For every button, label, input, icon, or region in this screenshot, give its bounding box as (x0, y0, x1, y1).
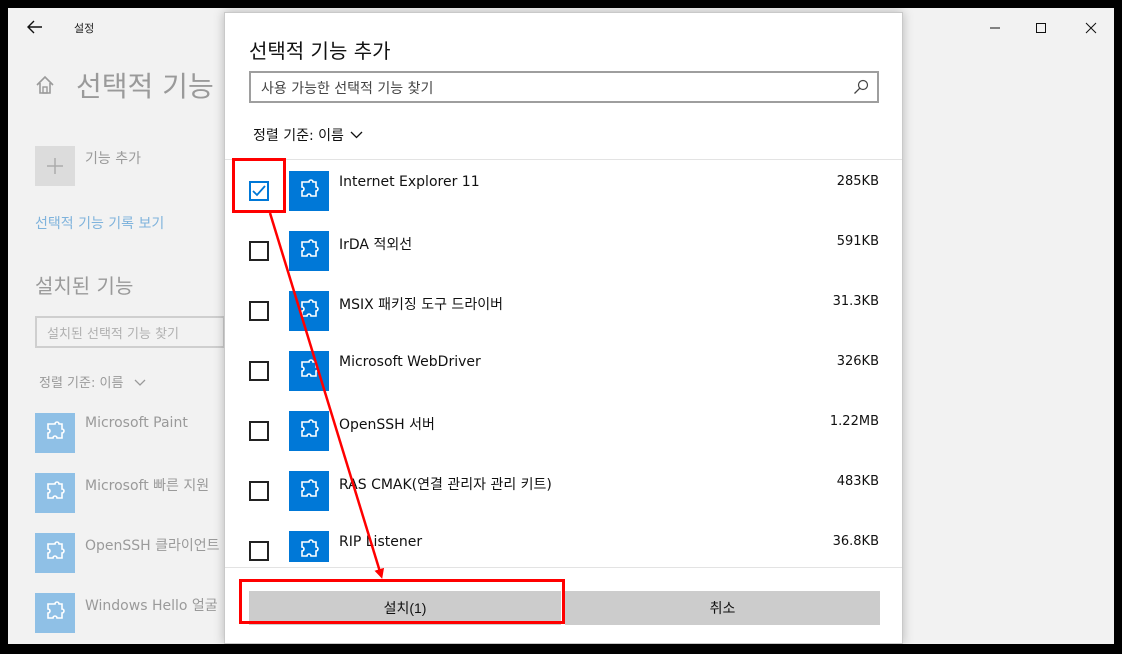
puzzle-piece-icon (289, 471, 329, 511)
feature-size: 31.3KB (832, 294, 879, 309)
feature-row[interactable]: MSIX 패키징 도구 드라이버 31.3KB (225, 280, 902, 340)
annotation-checkbox-highlight (232, 158, 286, 213)
minimize-icon (990, 27, 1000, 29)
feature-name: MSIX 패키징 도구 드라이버 (339, 297, 503, 313)
feature-checkbox[interactable] (249, 361, 269, 381)
search-icon[interactable] (853, 79, 869, 95)
installed-item[interactable]: Microsoft 빠른 지원 (35, 473, 255, 513)
sort-dropdown[interactable]: 정렬 기준: 이름 (253, 125, 363, 145)
feature-size: 36.8KB (832, 534, 879, 549)
window-title: 설정 (74, 22, 95, 35)
annotation-install-highlight (239, 579, 565, 624)
puzzle-piece-icon (35, 533, 75, 573)
installed-item[interactable]: Microsoft Paint (35, 413, 255, 453)
feature-row[interactable]: Internet Explorer 11 285KB (225, 160, 902, 220)
feature-checkbox[interactable] (249, 421, 269, 441)
feature-row[interactable]: OpenSSH 서버 1.22MB (225, 400, 902, 460)
sort-label: 정렬 기준: 이름 (253, 128, 344, 144)
installed-item-label: Microsoft 빠른 지원 (85, 478, 210, 494)
feature-size: 285KB (836, 174, 879, 189)
plus-icon (47, 158, 63, 174)
puzzle-piece-icon (289, 411, 329, 451)
installed-item-label: Windows Hello 얼굴 (85, 598, 218, 614)
feature-size: 1.22MB (829, 414, 879, 429)
feature-name: Microsoft WebDriver (339, 354, 481, 370)
puzzle-piece-icon (289, 351, 329, 391)
installed-heading: 설치된 기능 (35, 274, 134, 298)
back-arrow-icon[interactable] (24, 18, 46, 40)
puzzle-piece-icon (35, 593, 75, 633)
feature-size: 591KB (836, 234, 879, 249)
home-icon[interactable] (34, 74, 56, 96)
feature-name: Internet Explorer 11 (339, 174, 480, 190)
feature-history-link[interactable]: 선택적 기능 기록 보기 (35, 213, 164, 233)
installed-item[interactable]: OpenSSH 클라이언트 (35, 533, 255, 573)
divider (225, 567, 902, 568)
feature-row[interactable]: RIP Listener 36.8KB (225, 520, 902, 562)
add-feature-label[interactable]: 기능 추가 (85, 148, 141, 168)
feature-checkbox[interactable] (249, 301, 269, 321)
feature-search-placeholder: 사용 가능한 선택적 기능 찾기 (261, 81, 434, 97)
feature-row[interactable]: IrDA 적외선 591KB (225, 220, 902, 280)
feature-checkbox[interactable] (249, 241, 269, 261)
feature-size: 326KB (836, 354, 879, 369)
installed-sort-dropdown[interactable]: 정렬 기준: 이름 (39, 372, 146, 391)
chevron-down-icon (350, 131, 363, 139)
minimize-button[interactable] (972, 16, 1018, 40)
maximize-icon (1036, 23, 1046, 33)
installed-search-input[interactable]: 설치된 선택적 기능 찾기 (35, 316, 225, 348)
puzzle-piece-icon (289, 171, 329, 211)
puzzle-piece-icon (35, 413, 75, 453)
puzzle-piece-icon (289, 531, 329, 562)
page-title: 선택적 기능 (76, 70, 214, 103)
add-feature-dialog: 선택적 기능 추가 사용 가능한 선택적 기능 찾기 정렬 기준: 이름 Int… (224, 12, 903, 644)
installed-sort-label: 정렬 기준: 이름 (39, 376, 124, 391)
cancel-button[interactable]: 취소 (565, 591, 880, 625)
puzzle-piece-icon (289, 231, 329, 271)
puzzle-piece-icon (35, 473, 75, 513)
feature-row[interactable]: Microsoft WebDriver 326KB (225, 340, 902, 400)
maximize-button[interactable] (1018, 16, 1064, 40)
add-feature-button[interactable] (35, 146, 75, 186)
feature-name: RIP Listener (339, 534, 423, 550)
installed-item[interactable]: Windows Hello 얼굴 (35, 593, 255, 633)
feature-name: IrDA 적외선 (339, 237, 413, 253)
feature-size: 483KB (836, 474, 879, 489)
close-button[interactable] (1068, 16, 1114, 40)
feature-list: Internet Explorer 11 285KB IrDA 적외선 591K… (225, 160, 902, 562)
feature-row[interactable]: RAS CMAK(연결 관리자 관리 키트) 483KB (225, 460, 902, 520)
installed-item-label: Microsoft Paint (85, 415, 188, 431)
close-icon (1085, 22, 1097, 34)
puzzle-piece-icon (289, 291, 329, 331)
feature-checkbox[interactable] (249, 481, 269, 501)
chevron-down-icon (134, 379, 146, 386)
feature-checkbox[interactable] (249, 541, 269, 561)
feature-name: OpenSSH 서버 (339, 417, 435, 433)
feature-search-input[interactable]: 사용 가능한 선택적 기능 찾기 (249, 71, 879, 103)
dialog-title: 선택적 기능 추가 (249, 39, 391, 63)
installed-item-label: OpenSSH 클라이언트 (85, 538, 220, 554)
settings-window: 선택적 기능 기능 추가 선택적 기능 기록 보기 설치된 기능 설치된 선택적… (8, 8, 1114, 644)
feature-name: RAS CMAK(연결 관리자 관리 키트) (339, 477, 552, 493)
